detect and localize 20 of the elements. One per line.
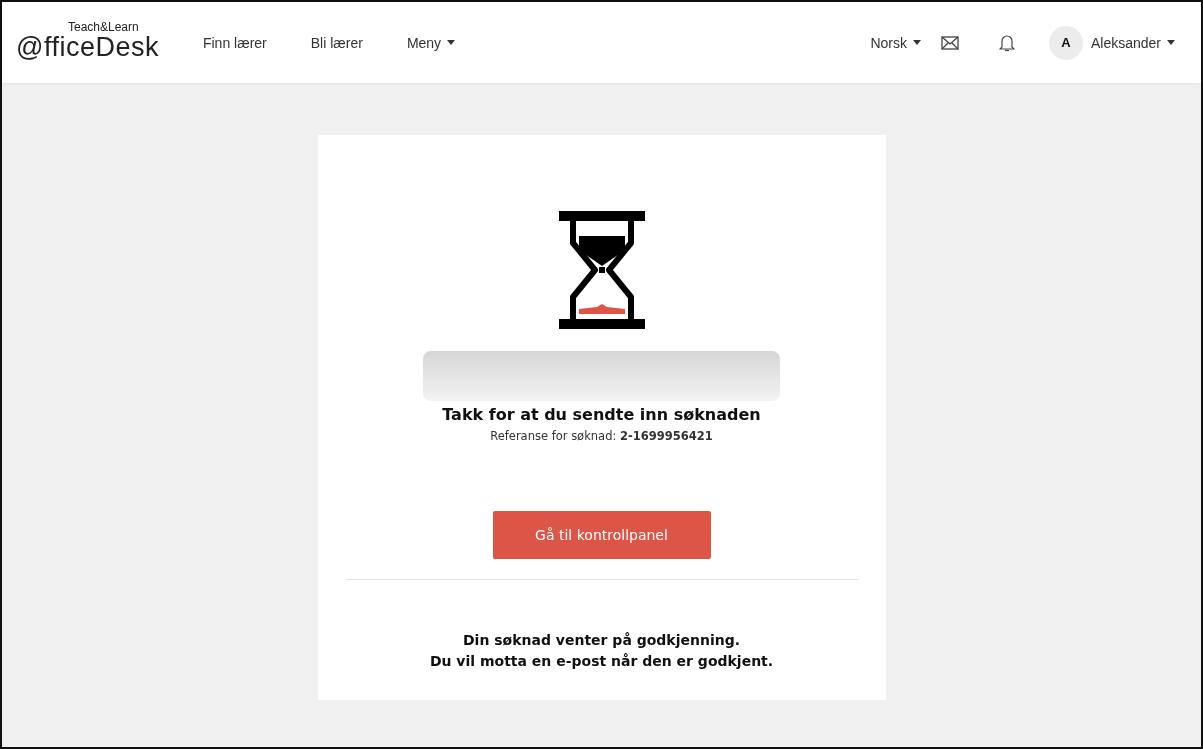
- status-message: Din søknad venter på godkjenning.: [461, 631, 741, 650]
- mail-icon[interactable]: [940, 35, 959, 50]
- hourglass-icon: [558, 211, 645, 331]
- language-menu[interactable]: Norsk: [870, 34, 921, 51]
- logo-tagline: Teach&Learn: [68, 20, 139, 34]
- confirmation-title: Takk for at du sendte inn søknaden: [442, 405, 761, 424]
- caret-icon: [1167, 40, 1175, 45]
- dashboard-button[interactable]: Gå til kontrollpanel: [492, 511, 711, 559]
- logo[interactable]: Teach&Learn @fficeDesk: [16, 22, 159, 63]
- caret-icon: [447, 40, 456, 45]
- nav-link[interactable]: Finn lærer: [202, 34, 267, 51]
- user-avatar[interactable]: A: [1048, 25, 1083, 60]
- reference-text: Referanse for søknad: 2-1699956421: [490, 429, 713, 443]
- bell-icon[interactable]: [998, 33, 1015, 52]
- status-message: Du vil motta en e-post når den er godkjent.: [429, 652, 774, 671]
- nav-link[interactable]: Meny: [406, 34, 456, 51]
- caret-icon: [912, 40, 921, 45]
- user-menu[interactable]: Aleksander: [1090, 34, 1175, 51]
- logo-wordmark: @fficeDesk: [16, 32, 159, 63]
- nav-link[interactable]: Bli lærer: [310, 34, 363, 51]
